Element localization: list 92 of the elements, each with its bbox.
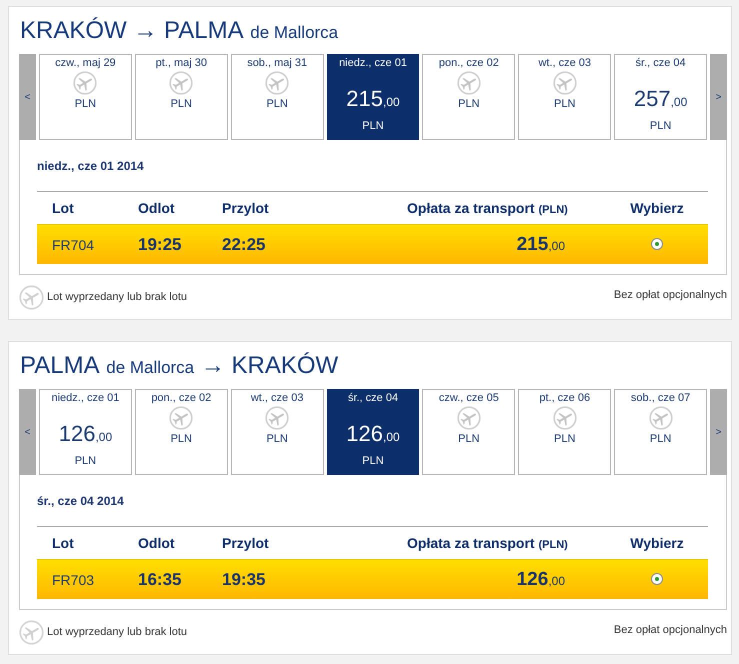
previous-dates-button[interactable]: < [19, 389, 36, 475]
tile-price: 126,00 [346, 420, 400, 448]
next-dates-button[interactable]: > [710, 389, 728, 475]
column-header: Przylot [222, 200, 270, 216]
flight-number: FR704 [52, 236, 96, 252]
date-tile[interactable]: niedz., cze 01 126,00 PLN [39, 389, 132, 475]
fees-note: Bez opłat opcjonalnych [614, 289, 727, 301]
date-tile[interactable]: wt., cze 03 PLN [230, 389, 324, 475]
arrival-time: 19:35 [222, 570, 266, 590]
previous-dates-button[interactable]: < [19, 54, 36, 140]
date-tile[interactable]: śr., cze 04 257,00 PLN [614, 54, 708, 140]
column-header: Wybierz [629, 535, 685, 551]
next-dates-button[interactable]: > [710, 54, 728, 140]
tile-date: wt., cze 03 [538, 56, 592, 70]
date-tile[interactable]: pon., cze 02 PLN [134, 389, 228, 475]
tile-currency: PLN [458, 97, 480, 111]
tile-currency: PLN [266, 97, 288, 111]
selected-date: śr., cze 04 2014 [37, 493, 125, 509]
date-tile[interactable]: czw., maj 29 PLN [39, 54, 132, 140]
tile-currency: PLN [554, 432, 576, 446]
tile-date: wt., cze 03 [250, 391, 304, 405]
tile-currency: PLN [266, 432, 288, 446]
departure-time: 16:35 [138, 570, 182, 590]
tile-price: 257,00 [634, 85, 688, 113]
date-tile[interactable]: niedz., cze 01 215,00 PLN [326, 54, 420, 140]
tile-date: pt., maj 30 [156, 56, 207, 70]
route-title: KRAKÓW → PALMA de Mallorca [20, 17, 340, 45]
column-header: Opłata za transport (PLN) [407, 535, 569, 551]
tile-date: pt., cze 06 [539, 391, 590, 405]
radio-button[interactable] [651, 573, 663, 586]
plane-icon [19, 284, 44, 310]
radio-button[interactable] [651, 238, 663, 250]
route-title: PALMA de Mallorca → KRAKÓW [20, 352, 340, 380]
tile-currency: PLN [74, 97, 96, 111]
plane-icon [456, 406, 481, 430]
tile-currency: PLN [74, 454, 96, 468]
arrival-time: 22:25 [222, 234, 266, 254]
selected-date: niedz., cze 01 2014 [37, 158, 145, 174]
plane-icon [19, 620, 44, 644]
date-tile[interactable]: sob., cze 07 PLN [614, 389, 708, 475]
tile-date: niedz., cze 01 [339, 56, 407, 70]
tile-currency: PLN [362, 454, 384, 468]
fare-price: 215,00 [516, 234, 566, 256]
plane-icon [648, 406, 673, 430]
tile-date: czw., cze 05 [438, 391, 499, 405]
column-header: Przylot [222, 535, 270, 551]
column-header: Odlot [138, 200, 176, 216]
plane-icon [169, 406, 194, 430]
tile-date: niedz., cze 01 [51, 391, 120, 405]
tile-date: pon., cze 02 [151, 391, 212, 405]
tile-currency: PLN [554, 97, 576, 111]
tile-date: sob., cze 07 [630, 391, 690, 405]
plane-icon [169, 71, 194, 95]
date-tile[interactable]: pon., cze 02 PLN [422, 54, 516, 140]
column-header: Opłata za transport (PLN) [407, 200, 569, 216]
plane-icon [552, 406, 577, 430]
tile-currency: PLN [170, 432, 192, 446]
tile-date: pon., cze 02 [438, 56, 499, 70]
tile-currency: PLN [458, 432, 480, 446]
tile-currency: PLN [170, 97, 192, 111]
date-tile[interactable]: sob., maj 31 PLN [230, 54, 324, 140]
legend-text: Lot wyprzedany lub brak lotu [47, 291, 188, 303]
tile-price: 126,00 [58, 420, 112, 448]
plane-icon [552, 71, 577, 95]
tile-date: czw., maj 29 [55, 56, 116, 70]
date-tile[interactable]: pt., cze 06 PLN [518, 389, 612, 475]
departure-time: 19:25 [138, 234, 182, 254]
tile-currency: PLN [650, 432, 672, 446]
legend-text: Lot wyprzedany lub brak lotu [47, 626, 188, 638]
column-header: Odlot [138, 535, 176, 551]
tile-currency: PLN [362, 119, 384, 133]
column-header: Lot [52, 535, 75, 551]
tile-price: 215,00 [346, 85, 400, 113]
flight-row[interactable]: FR703 16:35 19:35 126,00 [37, 559, 708, 599]
column-header: Wybierz [629, 200, 685, 216]
tile-currency: PLN [650, 119, 672, 133]
tile-date: śr., cze 04 [636, 56, 686, 70]
plane-icon [456, 71, 481, 95]
column-header: Lot [52, 200, 75, 216]
date-tile[interactable]: śr., cze 04 126,00 PLN [326, 389, 420, 475]
plane-icon [73, 71, 98, 95]
tile-date: śr., cze 04 [348, 391, 398, 405]
date-tile[interactable]: czw., cze 05 PLN [422, 389, 516, 475]
date-tile[interactable]: wt., cze 03 PLN [518, 54, 612, 140]
flight-number: FR703 [52, 572, 96, 588]
fare-price: 126,00 [516, 568, 566, 590]
date-tile[interactable]: pt., maj 30 PLN [134, 54, 228, 140]
flight-row[interactable]: FR704 19:25 22:25 215,00 [37, 224, 708, 264]
plane-icon [265, 406, 290, 430]
fees-note: Bez opłat opcjonalnych [614, 624, 727, 636]
plane-icon [265, 71, 290, 95]
tile-date: sob., maj 31 [247, 56, 308, 70]
